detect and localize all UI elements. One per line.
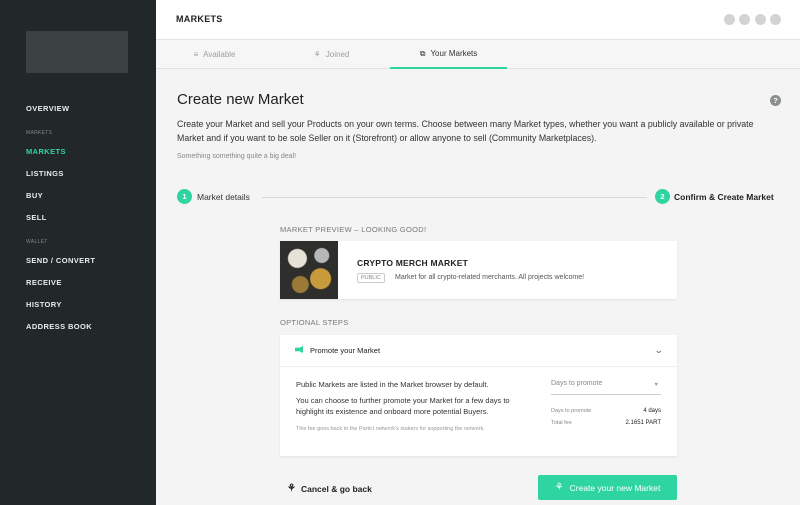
sidebar-item-markets[interactable]: MARKETS	[26, 147, 66, 156]
cancel-button[interactable]: ⚘ Cancel & go back	[287, 481, 372, 496]
sidebar-item-receive[interactable]: RECEIVE	[26, 278, 62, 287]
public-badge: PUBLIC	[357, 273, 385, 283]
days-value: 4 days	[643, 408, 661, 414]
sidebar-item-send-convert[interactable]: SEND / CONVERT	[26, 256, 95, 265]
tab-label: Joined	[325, 50, 350, 59]
megaphone-icon	[295, 346, 303, 353]
market-image	[280, 241, 338, 299]
step-2-label: Confirm & Create Market	[674, 192, 774, 202]
days-label: Days to promote	[551, 408, 592, 414]
window-control-dot[interactable]	[770, 14, 781, 25]
tab-your-markets[interactable]: ⧉ Your Markets	[390, 40, 507, 69]
intro-text: Create your Market and sell your Product…	[177, 119, 754, 143]
market-name: CRYPTO MERCH MARKET	[357, 258, 468, 268]
promote-header[interactable]: Promote your Market ⌄	[280, 335, 677, 367]
chevron-down-icon[interactable]: ⌄	[654, 345, 664, 356]
sidebar-section-wallet: WALLET	[26, 239, 48, 245]
promote-note: This fee goes back to the Particl networ…	[296, 426, 485, 432]
window-icon: ⧉	[419, 48, 426, 58]
page-header-title: MARKETS	[176, 14, 223, 24]
sidebar-item-sell[interactable]: SELL	[26, 213, 47, 222]
network-icon: ⚘	[313, 50, 321, 59]
tab-joined[interactable]: ⚘ Joined	[273, 40, 390, 69]
promote-card: Promote your Market ⌄ Public Markets are…	[280, 335, 677, 456]
window-control-dot[interactable]	[755, 14, 766, 25]
caret-down-icon: ▼	[653, 382, 659, 388]
sidebar-item-overview[interactable]: OVERVIEW	[26, 104, 70, 113]
subtext: Something something quite a big deal!	[177, 153, 297, 160]
sidebar-section-markets: MARKETS	[26, 130, 53, 136]
preview-section-label: MARKET PREVIEW – LOOKING GOOD!	[280, 225, 427, 234]
select-placeholder: Days to promote	[551, 380, 603, 387]
days-to-promote-select[interactable]: Days to promote ▼	[551, 380, 661, 395]
promote-description: You can choose to further promote your M…	[296, 396, 510, 416]
tab-label: Available	[203, 50, 236, 59]
step-1-label[interactable]: Market details	[197, 192, 250, 202]
stepper-line	[262, 197, 647, 198]
network-icon: ⚘	[554, 482, 564, 493]
cancel-label: Cancel & go back	[300, 483, 372, 494]
app-logo	[26, 31, 128, 73]
top-header: MARKETS	[156, 0, 800, 40]
sidebar-item-history[interactable]: HISTORY	[26, 300, 62, 309]
sidebar-item-buy[interactable]: BUY	[26, 191, 43, 200]
network-icon: ⚘	[287, 483, 296, 494]
page-title: Create new Market	[177, 91, 304, 108]
promote-text: Public Markets are listed in the Market …	[296, 380, 489, 389]
tab-label: Your Markets	[430, 49, 478, 58]
sidebar-item-address-book[interactable]: ADDRESS BOOK	[26, 322, 92, 331]
create-market-button[interactable]: ⚘ Create your new Market	[538, 475, 677, 500]
step-1-number: 1	[177, 189, 192, 204]
window-control-dot[interactable]	[739, 14, 750, 25]
create-label: Create your new Market	[569, 482, 661, 493]
step-2-number: 2	[655, 189, 670, 204]
market-preview-card: CRYPTO MERCH MARKET PUBLIC Market for al…	[280, 241, 677, 299]
sidebar-item-listings[interactable]: LISTINGS	[26, 169, 64, 178]
window-control-dot[interactable]	[724, 14, 735, 25]
optional-section-label: OPTIONAL STEPS	[280, 318, 349, 327]
market-tabs: ≡ Available ⚘ Joined ⧉ Your Markets	[156, 40, 800, 69]
fee-label: Total fee	[551, 420, 572, 426]
help-icon[interactable]: ?	[770, 95, 781, 106]
fee-value: 2.1651 PART	[625, 420, 661, 426]
promote-title: Promote your Market	[310, 346, 381, 355]
tab-available[interactable]: ≡ Available	[156, 40, 273, 69]
list-icon: ≡	[193, 50, 199, 59]
market-description: Market for all crypto-related merchants.…	[395, 274, 585, 281]
sidebar: OVERVIEW MARKETS MARKETS LISTINGS BUY SE…	[0, 0, 156, 505]
